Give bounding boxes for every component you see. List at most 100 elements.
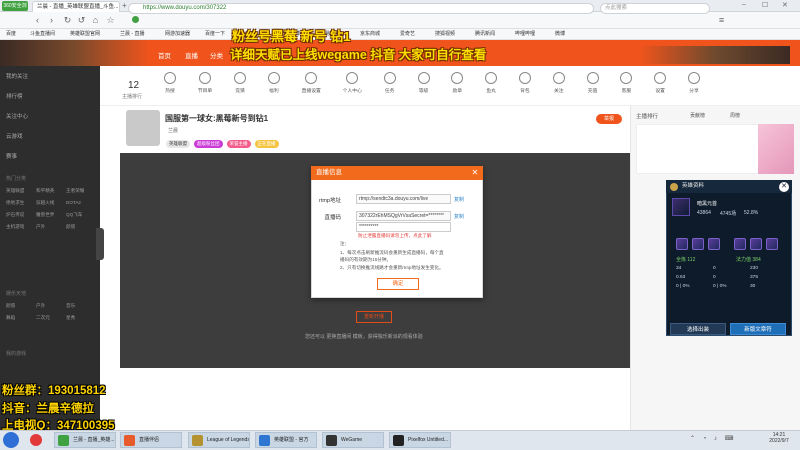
- skill-icon[interactable]: [734, 238, 746, 250]
- bookmark-item[interactable]: 爱奇艺: [400, 30, 415, 39]
- category-item[interactable]: 户外: [36, 303, 66, 309]
- category-item[interactable]: 音乐: [66, 303, 96, 309]
- toolbar-item[interactable]: 节目单: [198, 72, 212, 94]
- category-item[interactable]: 穿越火线: [36, 200, 66, 206]
- favorite-star-icon[interactable]: ☆: [105, 15, 116, 26]
- bookmark-item[interactable]: 百度一下: [205, 30, 225, 39]
- bookmark-item[interactable]: 百度: [6, 30, 16, 39]
- category-item[interactable]: 魔兽世界: [36, 212, 66, 218]
- report-button[interactable]: 举报: [596, 114, 622, 124]
- toolbar-item[interactable]: 关注: [552, 72, 565, 94]
- bookmark-item[interactable]: 腾讯新闻: [475, 30, 495, 39]
- key-warning[interactable]: 防止泄露直播码请勿上传，点此了解: [358, 233, 432, 239]
- taskbar-item[interactable]: 兰晨 - 直播_英雄...: [54, 432, 116, 448]
- nav-home[interactable]: 首页: [158, 50, 171, 60]
- skill-icon[interactable]: [750, 238, 762, 250]
- forward-icon[interactable]: ›: [46, 15, 57, 26]
- rtmp-field[interactable]: rtmp://sendtc3a.douyu.com/live: [356, 194, 451, 204]
- modal-close-icon[interactable]: ✕: [470, 168, 480, 178]
- room-badge[interactable]: 荣誉主播: [226, 140, 251, 148]
- category-item[interactable]: 舞蹈: [6, 315, 36, 321]
- taskbar-item[interactable]: WeGame: [322, 432, 384, 448]
- nav-live[interactable]: 直播: [185, 50, 198, 60]
- category-item[interactable]: 绝地求生: [6, 200, 36, 206]
- skill-icon[interactable]: [708, 238, 720, 250]
- modal-ok-button[interactable]: 确定: [377, 278, 419, 290]
- toolbar-item[interactable]: 客服: [620, 72, 633, 94]
- toolbar-item[interactable]: 热搜: [164, 72, 176, 94]
- refresh-icon[interactable]: ↻: [62, 15, 73, 26]
- right-tab-contrib[interactable]: 贡献榜: [690, 112, 705, 119]
- copy-rtmp-button[interactable]: 复制: [454, 196, 464, 203]
- browser-tab-active[interactable]: 兰晨 - 直播_英雄联盟直播_斗鱼...: [32, 1, 120, 12]
- pinned-app-icon[interactable]: [30, 434, 42, 446]
- minimize-icon[interactable]: –: [742, 1, 752, 11]
- room-badge[interactable]: 正在直播: [254, 140, 279, 148]
- bookmark-item[interactable]: 兰晨 - 直播: [120, 30, 144, 39]
- maximize-icon[interactable]: ☐: [762, 1, 772, 11]
- sidebar-collapse-handle[interactable]: [96, 228, 104, 260]
- close-window-icon[interactable]: ✕: [782, 1, 792, 11]
- streamer-name[interactable]: 兰晨: [168, 127, 178, 134]
- taskbar-item[interactable]: Pixelfox Untitled...: [389, 432, 451, 448]
- toolbar-item[interactable]: 勋章: [451, 72, 464, 94]
- system-tray-icons[interactable]: ⌃ ◔ ♪ ⌨: [690, 435, 750, 445]
- promo-image[interactable]: [758, 124, 794, 174]
- toolbar-item[interactable]: 任务: [383, 72, 396, 94]
- bookmark-item[interactable]: 斗鱼直播间: [30, 30, 55, 39]
- category-item[interactable]: 和平精英: [36, 188, 66, 194]
- back-icon[interactable]: ‹: [32, 15, 43, 26]
- restart-stream-button[interactable]: 重新开播: [356, 311, 392, 323]
- toolbar-item[interactable]: 设置: [654, 72, 667, 94]
- category-item[interactable]: 二次元: [36, 315, 66, 321]
- right-tab-week[interactable]: 周榜: [730, 112, 740, 119]
- restore-icon[interactable]: ↺: [76, 15, 87, 26]
- toolbar-item[interactable]: 个人中心: [343, 72, 362, 94]
- search-input[interactable]: 点此搜索: [600, 3, 710, 14]
- category-item[interactable]: 英雄联盟: [6, 188, 36, 194]
- toolbar-item[interactable]: 竞猜: [234, 72, 247, 94]
- toolbar-item[interactable]: 等级: [417, 72, 430, 94]
- nav-category[interactable]: 分类: [210, 50, 223, 60]
- close-icon[interactable]: ✕: [779, 182, 789, 192]
- select-build-button[interactable]: 选择出装: [670, 323, 726, 335]
- sidebar-item-center[interactable]: 关注中心: [6, 112, 28, 122]
- skill-icon[interactable]: [766, 238, 778, 250]
- copy-key-button[interactable]: 复制: [454, 213, 464, 220]
- sidebar-item-cloud[interactable]: 云游戏: [6, 132, 23, 142]
- taskbar-item[interactable]: 英雄联盟 - 官方: [255, 432, 317, 448]
- room-badge[interactable]: 超级粉丝团: [194, 140, 223, 148]
- sidebar-item-rank[interactable]: 排行榜: [6, 92, 23, 102]
- address-bar[interactable]: https://www.douyu.com/307322: [128, 3, 594, 14]
- toolbar-item[interactable]: 直播设置: [302, 72, 321, 94]
- start-button[interactable]: [3, 432, 19, 448]
- sidebar-item-match[interactable]: 赛事: [6, 152, 17, 162]
- bookmark-item[interactable]: 微博: [555, 30, 565, 39]
- room-badge[interactable]: 英雄联盟: [166, 140, 190, 148]
- browser-logo[interactable]: 360安全浏览器: [2, 1, 28, 19]
- category-item[interactable]: 主机游戏: [6, 224, 36, 230]
- toolbar-item[interactable]: 充值: [586, 72, 599, 94]
- category-item[interactable]: 王者荣耀: [66, 188, 96, 194]
- bookmark-item[interactable]: 网游加速器: [165, 30, 190, 39]
- bookmark-item[interactable]: 哔哩哔哩: [515, 30, 535, 39]
- category-item[interactable]: 颜值: [6, 303, 36, 309]
- toolbar-item[interactable]: 鱼丸: [485, 72, 498, 94]
- toolbar-item[interactable]: 分享: [688, 72, 700, 94]
- streamer-avatar[interactable]: [126, 110, 160, 146]
- home-icon[interactable]: ⌂: [90, 15, 101, 26]
- skill-icon[interactable]: [676, 238, 688, 250]
- bookmark-item[interactable]: 英雄联盟官网: [70, 30, 100, 39]
- rune-article-button[interactable]: 新版文章符: [730, 323, 786, 335]
- line-select[interactable]: **********: [356, 222, 451, 232]
- clock[interactable]: 14:21 2022/9/7: [762, 432, 796, 444]
- taskbar-item[interactable]: League of Legends: [188, 432, 250, 448]
- category-item[interactable]: DOTA2: [66, 200, 96, 206]
- key-field[interactable]: 307322rEhMSQgVrVsaSecret=********: [356, 211, 451, 221]
- category-item[interactable]: 户外: [36, 224, 66, 230]
- bookmark-item[interactable]: 京东商城: [360, 30, 380, 39]
- toolbar-item[interactable]: 背包: [518, 72, 531, 94]
- category-item[interactable]: 星秀: [66, 315, 96, 321]
- menu-icon[interactable]: ≡: [716, 15, 727, 26]
- category-item[interactable]: QQ飞车: [66, 212, 96, 218]
